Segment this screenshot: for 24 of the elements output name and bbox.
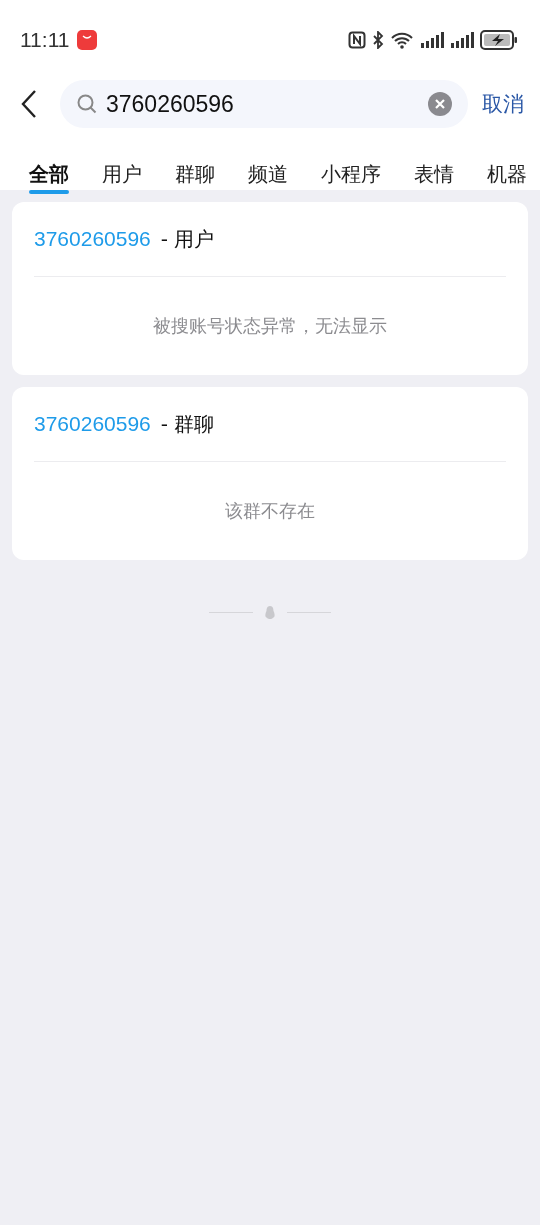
wifi-icon <box>390 31 414 49</box>
tab[interactable]: 群聊 <box>175 156 215 192</box>
result-type: - 用户 <box>160 225 215 253</box>
status-time: 11:11 <box>20 28 70 52</box>
search-icon <box>76 93 98 115</box>
nfc-icon <box>348 31 366 49</box>
search-field[interactable]: 3760260596 <box>60 80 468 128</box>
clear-icon[interactable] <box>428 92 452 116</box>
app-notification-icon <box>77 30 98 50</box>
search-input[interactable]: 3760260596 <box>106 90 420 118</box>
result-message: 该群不存在 <box>224 499 316 523</box>
tab[interactable]: 机器 <box>487 156 527 192</box>
tab[interactable]: 用户 <box>102 156 142 192</box>
bluetooth-icon <box>372 31 384 49</box>
signal-icon <box>450 32 474 48</box>
tab[interactable]: 小程序 <box>321 156 381 192</box>
result-type: - 群聊 <box>160 410 215 438</box>
signal-icon <box>420 32 444 48</box>
result-message: 被搜账号状态异常，无法显示 <box>152 314 388 338</box>
tab[interactable]: 表情 <box>414 156 454 192</box>
tab[interactable]: 全部 <box>29 156 69 192</box>
battery-charging-icon <box>480 30 518 50</box>
cancel-button[interactable]: 取消 <box>478 90 528 118</box>
tab[interactable]: 频道 <box>248 156 288 192</box>
